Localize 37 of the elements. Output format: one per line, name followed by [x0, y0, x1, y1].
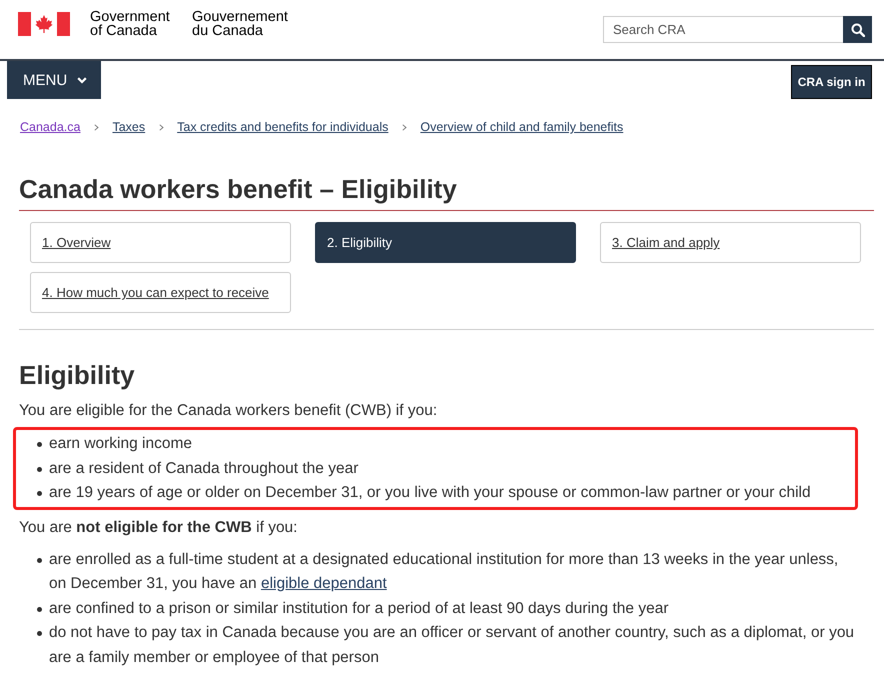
list-item-text: are enrolled as a full-time student at a designated educational institution for more than 13 weeks in the year unless, on December 31, you have an eligible dependant [49, 550, 840, 594]
breadcrumb-separator-icon [159, 124, 164, 131]
breadcrumb-separator-icon [94, 124, 100, 131]
menu-button[interactable]: MENU [7, 61, 101, 99]
step-tab[interactable]: 1. Overview [30, 222, 291, 263]
breadcrumb-separator-icon [402, 124, 408, 131]
search-icon [850, 22, 864, 36]
flag-icon [18, 12, 70, 36]
government-wordmark: Gouvernement du Canada [192, 10, 289, 38]
bullet-icon [37, 466, 42, 472]
search-button[interactable] [843, 16, 872, 43]
step-tab[interactable]: 3. Claim and apply [600, 222, 861, 263]
government-wordmark: Government of Canada [90, 10, 171, 38]
breadcrumb-link[interactable]: Tax credits and benefits for individuals [177, 120, 388, 135]
list-item-text: are confined to a prison or similar institution for a period of at least 90 days during the year [49, 598, 668, 618]
bullet-icon [37, 606, 42, 612]
step-tab[interactable]: 2. Eligibility [315, 222, 576, 263]
list-item-text: are a resident of Canada throughout the year [49, 458, 358, 478]
bullet-icon [37, 558, 42, 562]
chevron-down-icon [77, 76, 88, 84]
intro-text: You are eligible for the Canada workers benefit (CWB) if you: [19, 401, 438, 421]
step-tab[interactable]: 4. How much you can expect to receive [30, 272, 291, 313]
breadcrumb-link[interactable]: Overview of child and family benefits [420, 120, 624, 135]
bullet-icon [37, 442, 42, 447]
search-field[interactable]: Search CRA [603, 16, 843, 43]
eligible-dependant-link[interactable]: eligible dependant [260, 575, 387, 592]
intro-text: You are not eligible for the CWB if you: [19, 518, 298, 538]
bullet-icon [37, 491, 42, 496]
section-heading: Eligibility [19, 360, 136, 390]
list-item-text: earn working income [49, 434, 192, 454]
list-item-text: are 19 years of age or older on December 31, or you live with your spouse or common-law partner or your child [49, 483, 811, 503]
page-title: Canada workers benefit – Eligibility [19, 173, 874, 211]
breadcrumb-link[interactable]: Canada.ca [20, 120, 80, 135]
sign-in-button[interactable]: CRA sign in [791, 65, 872, 99]
list-item-text: do not have to pay tax in Canada because you are an officer or servant of another country, such as a diplomat, or you are a family member or employee of that person [49, 623, 856, 668]
bullet-icon [37, 631, 42, 636]
breadcrumb-link[interactable]: Taxes [112, 120, 146, 135]
